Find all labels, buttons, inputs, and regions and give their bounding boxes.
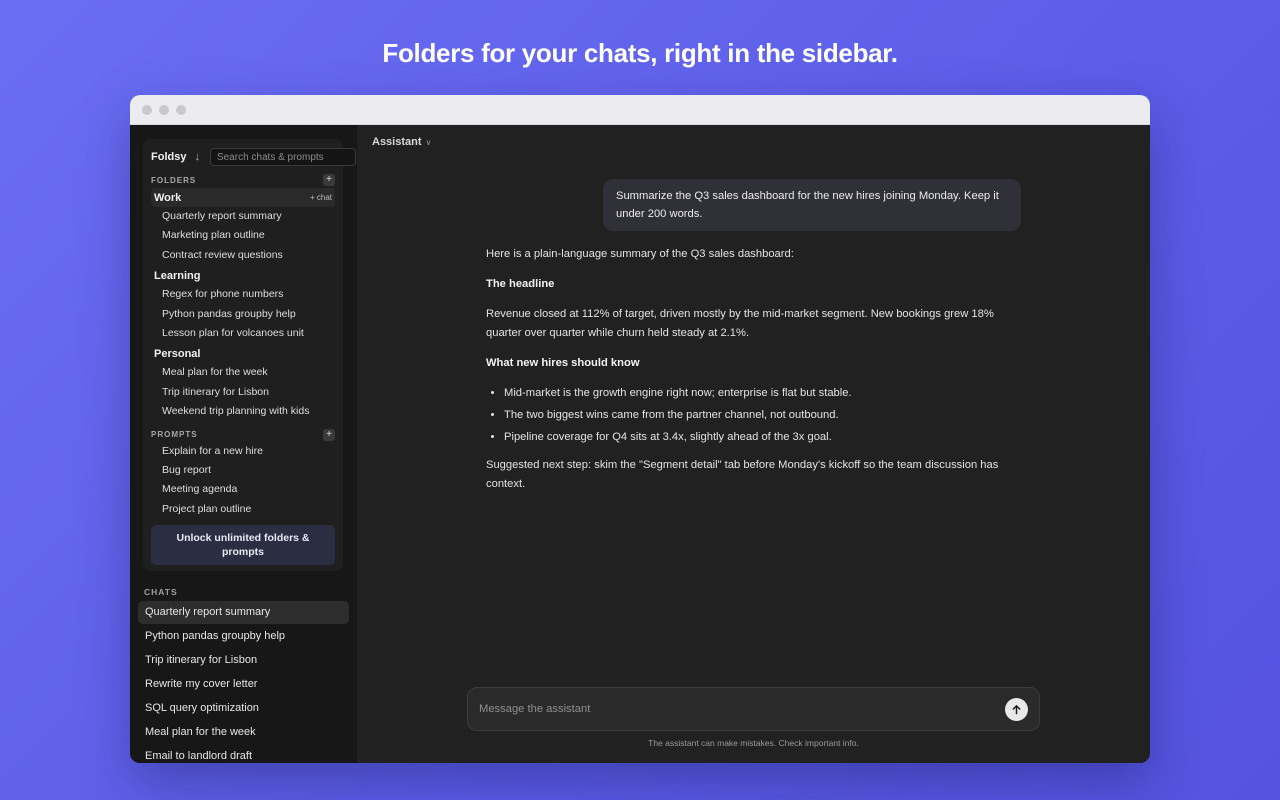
arrow-down-icon[interactable]: ↓ <box>194 151 200 163</box>
folder-name: Personal <box>154 347 201 360</box>
chat-main: Assistant ∨ Summarize the Q3 sales dashbo… <box>357 125 1150 763</box>
add-prompt-button[interactable]: + <box>323 428 335 441</box>
app-window: Foldsy ↓ FOLDERS + Work + chat Quarterly… <box>130 95 1150 763</box>
chats-heading: CHATS <box>144 587 178 598</box>
folder-name: Work <box>154 191 182 204</box>
add-chat-button[interactable]: + chat <box>310 193 332 202</box>
reply-bullet-list: Mid-market is the growth engine right no… <box>486 384 1026 447</box>
prompts-heading: PROMPTS <box>151 430 198 440</box>
folder-item[interactable]: Contract review questions <box>151 246 335 265</box>
prompt-item[interactable]: Bug report <box>151 461 335 480</box>
foldsy-panel: Foldsy ↓ FOLDERS + Work + chat Quarterly… <box>143 139 356 572</box>
chat-item[interactable]: Quarterly report summary <box>138 601 349 625</box>
search-input[interactable] <box>209 148 356 166</box>
model-selector[interactable]: Assistant ∨ <box>372 136 431 148</box>
folder-item[interactable]: Regex for phone numbers <box>151 285 335 304</box>
sidebar: Foldsy ↓ FOLDERS + Work + chat Quarterly… <box>130 125 357 763</box>
prompt-item[interactable]: Project plan outline <box>151 500 335 519</box>
chat-item[interactable]: Python pandas groupby help <box>138 625 349 648</box>
send-button[interactable] <box>1005 697 1028 721</box>
reply-closing: Suggested next step: skim the "Segment d… <box>486 459 999 490</box>
folder-name: Learning <box>154 269 201 282</box>
disclaimer: The assistant can make mistakes. Check i… <box>648 738 859 748</box>
chat-item[interactable]: Trip itinerary for Lisbon <box>138 649 349 672</box>
chat-item[interactable]: Rewrite my cover letter <box>138 673 349 696</box>
reply-bullet: The two biggest wins came from the partn… <box>504 406 1026 425</box>
folder-personal[interactable]: Personal <box>151 344 335 363</box>
folder-item[interactable]: Lesson plan for volcanoes unit <box>151 324 335 343</box>
add-folder-button[interactable]: + <box>323 174 335 186</box>
page-headline: Folders for your chats, right in the sid… <box>382 38 898 68</box>
reply-bullet: Pipeline coverage for Q4 sits at 3.4x, s… <box>504 428 1026 447</box>
chat-item[interactable]: SQL query optimization <box>138 697 349 720</box>
chat-item[interactable]: Meal plan for the week <box>138 721 349 744</box>
message-input[interactable] <box>479 703 1005 715</box>
reply-intro: Here is a plain-language summary of the … <box>486 248 794 260</box>
reply-paragraph: Revenue closed at 112% of target, driven… <box>486 308 994 339</box>
chat-item[interactable]: Email to landlord draft <box>138 745 349 763</box>
folder-item[interactable]: Trip itinerary for Lisbon <box>151 383 335 402</box>
arrow-up-icon <box>1012 704 1021 714</box>
model-name: Assistant <box>372 136 422 148</box>
prompt-item[interactable]: Explain for a new hire <box>151 442 335 461</box>
reply-bullet: Mid-market is the growth engine right no… <box>504 384 1026 403</box>
unlock-button[interactable]: Unlock unlimited folders & prompts <box>151 525 335 566</box>
chats-list: Quarterly report summary Python pandas g… <box>138 601 349 763</box>
folder-learning[interactable]: Learning <box>151 266 335 285</box>
reply-heading: The headline <box>486 278 555 290</box>
user-message: Summarize the Q3 sales dashboard for the… <box>603 179 1021 231</box>
assistant-reply: Here is a plain-language summary of the … <box>486 245 1026 505</box>
folder-item[interactable]: Marketing plan outline <box>151 226 335 245</box>
folder-item[interactable]: Quarterly report summary <box>151 207 335 226</box>
window-close-dot[interactable] <box>142 104 152 115</box>
message-composer <box>467 687 1040 731</box>
prompt-item[interactable]: Meeting agenda <box>151 480 335 499</box>
chevron-down-icon: ∨ <box>425 138 432 147</box>
window-maximize-dot[interactable] <box>176 104 186 115</box>
window-titlebar <box>130 95 1150 125</box>
folder-item[interactable]: Weekend trip planning with kids <box>151 402 335 421</box>
window-minimize-dot[interactable] <box>159 104 169 115</box>
folder-item[interactable]: Python pandas groupby help <box>151 305 335 324</box>
reply-heading: What new hires should know <box>486 357 640 369</box>
folder-item[interactable]: Meal plan for the week <box>151 363 335 382</box>
folders-heading: FOLDERS <box>151 175 197 185</box>
brand-name: Foldsy <box>151 151 187 163</box>
folder-work[interactable]: Work + chat <box>151 188 335 207</box>
